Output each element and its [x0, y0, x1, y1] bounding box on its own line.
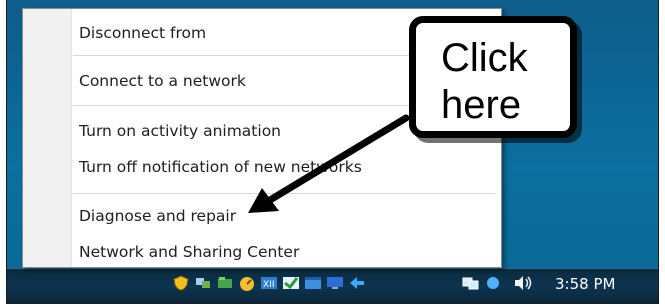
callout-line-1: Click — [441, 36, 528, 80]
callout-text: Click here — [441, 35, 571, 129]
callout-line-2: here — [441, 83, 522, 127]
click-here-callout: Click here — [409, 16, 577, 138]
